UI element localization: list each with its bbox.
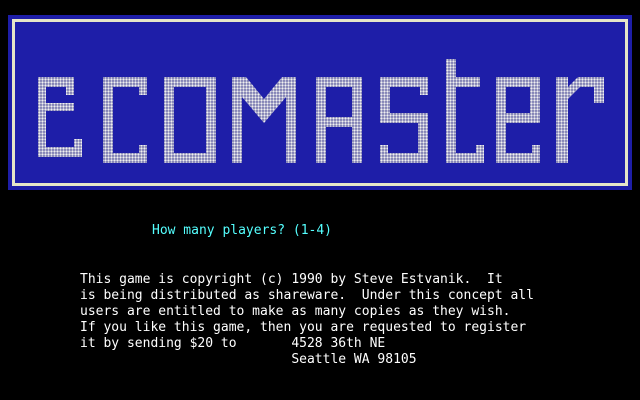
logo-letter-c — [103, 77, 147, 163]
logo-letter-e2 — [496, 77, 540, 163]
logo-letter-m — [232, 77, 296, 163]
logo-letter-a — [316, 77, 362, 163]
shareware-notice-line-4: If you like this game, then you are requ… — [80, 320, 527, 335]
shareware-notice-line-1: This game is copyright (c) 1990 by Steve… — [80, 272, 503, 287]
logo-letter-s — [380, 77, 428, 163]
shareware-notice-line-2: is being distributed as shareware. Under… — [80, 288, 534, 303]
shareware-notice-line-6: Seattle WA 98105 — [80, 352, 417, 367]
logo-letter-t — [446, 59, 484, 163]
players-prompt: How many players? (1-4) — [152, 223, 333, 238]
title-banner — [8, 15, 632, 190]
logo-letter-r — [556, 77, 604, 163]
logo-letter-e — [38, 77, 82, 157]
shareware-notice-line-5: it by sending $20 to 4528 36th NE — [80, 336, 386, 351]
logo-letter-o — [164, 77, 216, 163]
shareware-notice-line-3: users are entitled to make as many copie… — [80, 304, 511, 319]
game-logo — [38, 59, 604, 163]
